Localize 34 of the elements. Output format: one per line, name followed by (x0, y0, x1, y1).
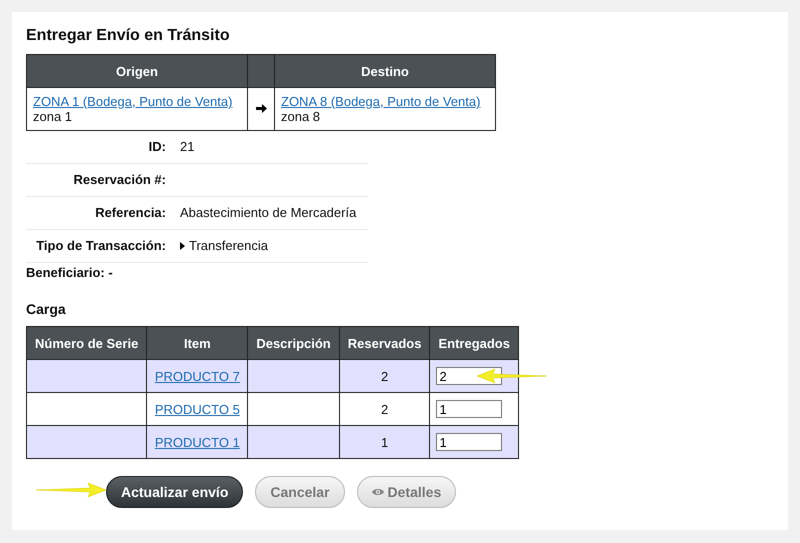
field-value: 21 (180, 138, 194, 156)
details-button[interactable]: Detalles (356, 476, 456, 508)
origin-note: zona 1 (33, 109, 74, 124)
column-header: Descripción (248, 326, 340, 360)
field-label: Reservación #: (74, 172, 166, 187)
table-cell: 2 (339, 360, 430, 392)
field-value: Transferencia (189, 237, 268, 255)
page-title: Entregar Envío en Tránsito (26, 26, 231, 46)
field-label: Referencia: (95, 205, 166, 220)
column-header: Origen (26, 54, 248, 88)
column-header: Item (146, 326, 248, 360)
cancel-button[interactable]: Cancelar (255, 476, 345, 508)
column-header: Número de Serie (26, 326, 147, 360)
pointer-arrow-icon (477, 368, 547, 384)
table-cell: 2 (339, 392, 430, 426)
quantity-input[interactable]: 1 (436, 400, 502, 418)
field-label: ID: (148, 139, 166, 154)
column-header: Reservados (339, 326, 430, 360)
destination-note: zona 8 (281, 109, 322, 124)
section-title: Carga (26, 301, 67, 317)
field-label: Tipo de Transacción: (36, 238, 166, 253)
destination-link[interactable]: ZONA 8 (Bodega, Punto de Venta) (281, 94, 480, 109)
quantity-input[interactable]: 1 (436, 433, 502, 451)
eye-icon (372, 488, 384, 496)
update-button[interactable]: Actualizar envío (106, 476, 244, 508)
arrow-right-icon (256, 102, 266, 114)
table-cell: 1 (339, 426, 430, 458)
column-header: Destino (274, 54, 496, 88)
field-value: Abastecimiento de Mercadería (180, 204, 356, 222)
origin-link[interactable]: ZONA 1 (Bodega, Punto de Venta) (33, 94, 232, 109)
caret-right-icon[interactable] (180, 242, 185, 250)
beneficiary-text: Beneficiario: - (26, 265, 113, 281)
pointer-arrow-icon (36, 482, 106, 498)
column-header: Entregados (430, 326, 518, 360)
